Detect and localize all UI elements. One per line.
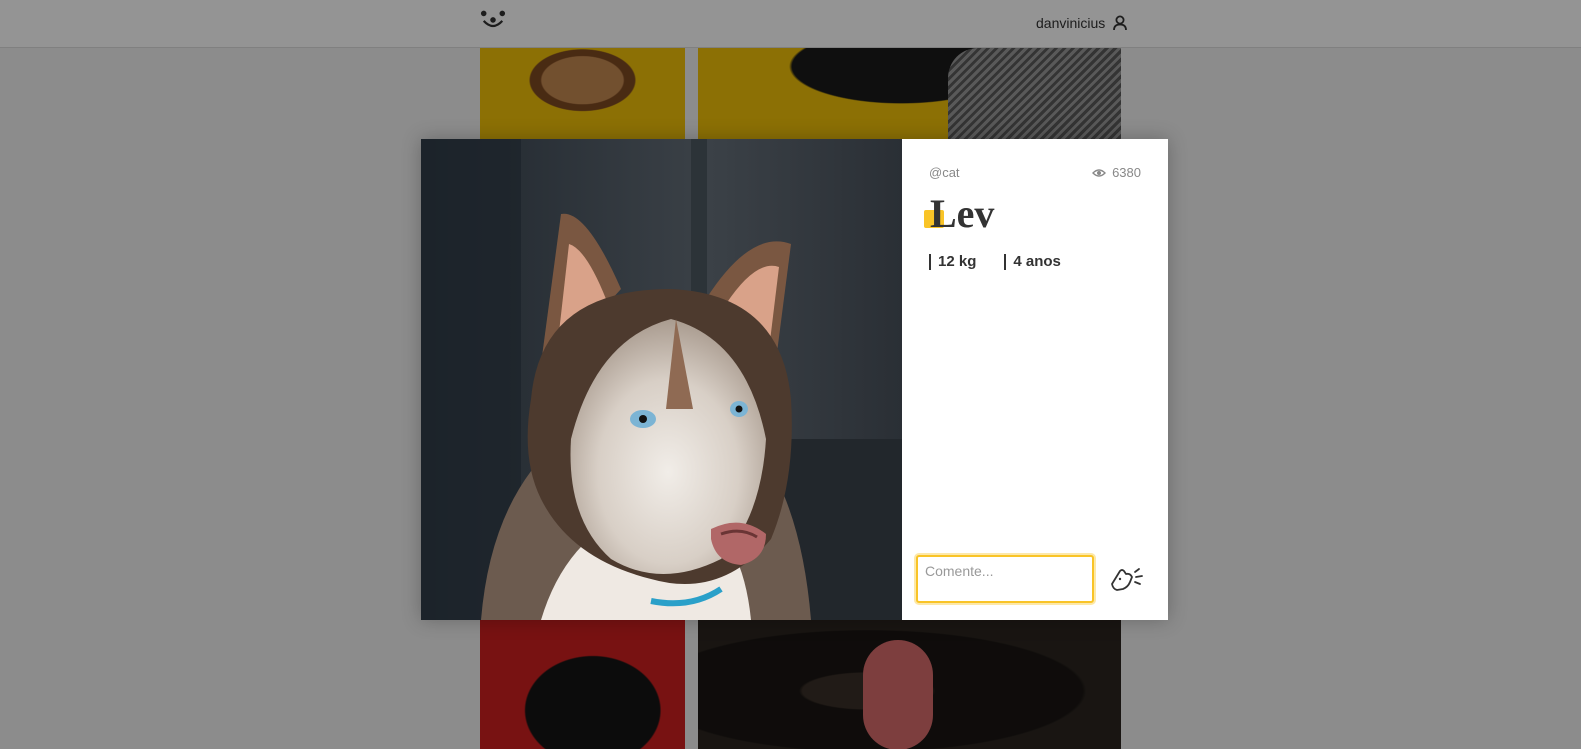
photo-details: @cat 6380 Lev 12 kg 4 anos: [902, 139, 1168, 620]
views-count: 6380: [1092, 165, 1141, 180]
age-attribute: 4 anos: [1004, 254, 1061, 270]
photo-title: Lev: [930, 191, 995, 236]
photo-modal: @cat 6380 Lev 12 kg 4 anos: [421, 139, 1168, 620]
views-number: 6380: [1112, 165, 1141, 180]
dog-bark-send-icon: [1111, 568, 1143, 591]
send-comment-button[interactable]: [1108, 564, 1144, 594]
comment-input[interactable]: [916, 555, 1094, 603]
comment-form: [916, 555, 1144, 603]
author-link[interactable]: @cat: [929, 165, 960, 180]
husky-photo-illustration: [421, 139, 902, 620]
photo-image: [421, 139, 902, 620]
eye-icon: [1092, 168, 1107, 177]
photo-title-wrap: Lev: [924, 192, 994, 236]
photo-attributes: 12 kg 4 anos: [929, 254, 1061, 270]
weight-attribute: 12 kg: [929, 254, 976, 270]
